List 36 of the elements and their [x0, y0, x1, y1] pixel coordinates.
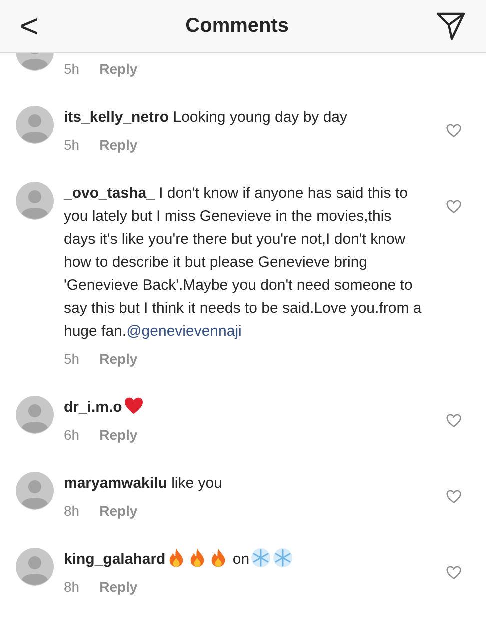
- comment-time: 6h: [64, 426, 80, 445]
- comment-time: 5h: [64, 350, 80, 369]
- send-icon[interactable]: [436, 11, 466, 41]
- avatar[interactable]: [16, 548, 54, 586]
- like-heart-icon[interactable]: [446, 490, 462, 504]
- snowflake-icon: [272, 548, 293, 568]
- comment-text: maryamwakilu like you: [64, 474, 224, 494]
- comment-time: 8h: [64, 502, 80, 521]
- comment-text: king_galahard on: [64, 548, 430, 571]
- page-title: Comments: [186, 14, 290, 39]
- username-link[interactable]: king_galahard: [64, 551, 166, 568]
- like-heart-icon[interactable]: [446, 566, 462, 580]
- avatar[interactable]: [16, 396, 54, 434]
- comment-text: _ovo_tasha_ I don't know if anyone has said this to you lately but I miss Genevieve in the movies,this days it's like you're there but you're not,I don't know how to describe it but please Genevieve bring 'Genevieve Back'.Maybe you don't need someone to say this but I think it needs to be said.Love you.from a huge fan.@genevievennaji: [64, 184, 423, 342]
- like-heart-icon[interactable]: [446, 200, 462, 214]
- username-link[interactable]: maryamwakilu: [64, 475, 168, 492]
- like-heart-icon[interactable]: [446, 124, 462, 138]
- comment-time: 5h: [64, 136, 80, 155]
- snowflake-icon: [250, 548, 271, 568]
- mention-link[interactable]: @genevievennaji: [126, 323, 242, 340]
- comment-time: 8h: [64, 578, 80, 597]
- fire-icon: [210, 548, 227, 568]
- comment-time: 5h: [64, 60, 80, 79]
- username-link[interactable]: dr_i.m.o: [64, 399, 122, 416]
- avatar[interactable]: [16, 182, 54, 220]
- username-link[interactable]: its_kelly_netro: [64, 109, 170, 126]
- heart-icon: [124, 397, 144, 415]
- avatar[interactable]: [16, 472, 54, 510]
- avatar[interactable]: [16, 106, 54, 144]
- fire-icon: [168, 548, 185, 568]
- comment-text: its_kelly_netro Looking young day by day: [64, 108, 349, 128]
- username-link[interactable]: _ovo_tasha_: [64, 185, 155, 202]
- fire-icon: [188, 548, 206, 568]
- like-heart-icon[interactable]: [446, 414, 462, 428]
- back-button[interactable]: <: [20, 10, 39, 42]
- avatar[interactable]: [16, 51, 54, 71]
